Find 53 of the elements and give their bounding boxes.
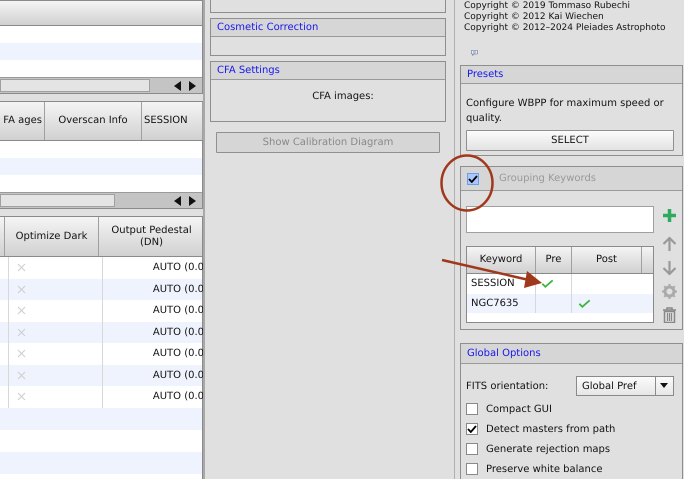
- checkbox-label: Compact GUI: [486, 402, 552, 416]
- table-cell: AUTO (0.0: [152, 282, 203, 296]
- section-title: Grouping Keywords: [499, 172, 596, 185]
- copyright-text: Copyright © 2012–2024 Pleiades Astrophoto: [464, 23, 666, 34]
- column-header[interactable]: Post: [572, 247, 642, 273]
- checkbox[interactable]: [466, 463, 478, 475]
- table-cell: SESSION: [471, 277, 515, 290]
- section-title: Presets: [467, 68, 504, 81]
- scroll-left-icon[interactable]: [174, 80, 181, 90]
- scroll-right-icon[interactable]: [189, 80, 196, 90]
- scroll-right-icon[interactable]: [189, 196, 196, 206]
- table-cell: AUTO (0.0: [152, 390, 203, 404]
- checkmark-icon: [468, 174, 478, 182]
- field-label: FITS orientation:: [466, 380, 548, 392]
- table-cell: AUTO (0.0: [152, 368, 203, 382]
- table-cell: NGC7635: [471, 296, 519, 310]
- column-header[interactable]: Pre: [536, 247, 572, 273]
- copyright-text: Copyright © 2012 Kai Wiechen: [464, 12, 605, 23]
- column-header[interactable]: Overscan Info: [45, 102, 142, 140]
- field-label: CFA images:: [312, 90, 374, 103]
- checkbox[interactable]: [466, 443, 478, 455]
- column-header[interactable]: Optimize Dark: [5, 217, 99, 256]
- add-icon[interactable]: [662, 208, 676, 223]
- checkmark-icon: [467, 425, 477, 433]
- section-title: Global Options: [467, 347, 541, 360]
- checkbox-label: Generate rejection maps: [486, 442, 610, 456]
- table-cell: AUTO (0.0: [152, 304, 203, 318]
- fits-orientation-dropdown[interactable]: Global Pref: [576, 376, 674, 396]
- horizontal-scrollbar[interactable]: [0, 192, 202, 208]
- table-cell: AUTO (0.0: [152, 261, 203, 274]
- table-cell: AUTO (0.0: [152, 347, 203, 360]
- trash-icon[interactable]: [662, 307, 676, 323]
- arrow-down-icon[interactable]: [662, 260, 676, 276]
- select-button[interactable]: SELECT: [466, 130, 674, 151]
- table-row[interactable]: NGC7635: [467, 294, 653, 313]
- arrow-up-icon[interactable]: [662, 236, 676, 252]
- checkbox-label: Preserve white balance: [486, 462, 603, 476]
- section-title: CFA Settings: [217, 64, 280, 77]
- column-header[interactable]: SESSION: [142, 102, 203, 140]
- presets-description: Configure WBPP for maximum speed or quality.: [466, 97, 665, 126]
- scroll-left-icon[interactable]: [174, 196, 181, 206]
- checkbox-label: Detect masters from path: [486, 422, 616, 436]
- annotation-ellipse: [440, 154, 494, 212]
- copyright-text: Copyright © 2019 Tommaso Rubechi: [464, 1, 631, 12]
- keyword-input-field[interactable]: [466, 206, 654, 233]
- checkbox[interactable]: [466, 403, 478, 415]
- checkbox[interactable]: [467, 172, 479, 184]
- horizontal-scrollbar[interactable]: [0, 77, 202, 93]
- column-header[interactable]: Output Pedestal (DN): [99, 217, 203, 256]
- table-cell: AUTO (0.0: [152, 326, 203, 339]
- column-header[interactable]: FA ages: [0, 102, 45, 140]
- checkbox[interactable]: [466, 423, 478, 435]
- section-title: Cosmetic Correction: [217, 21, 318, 34]
